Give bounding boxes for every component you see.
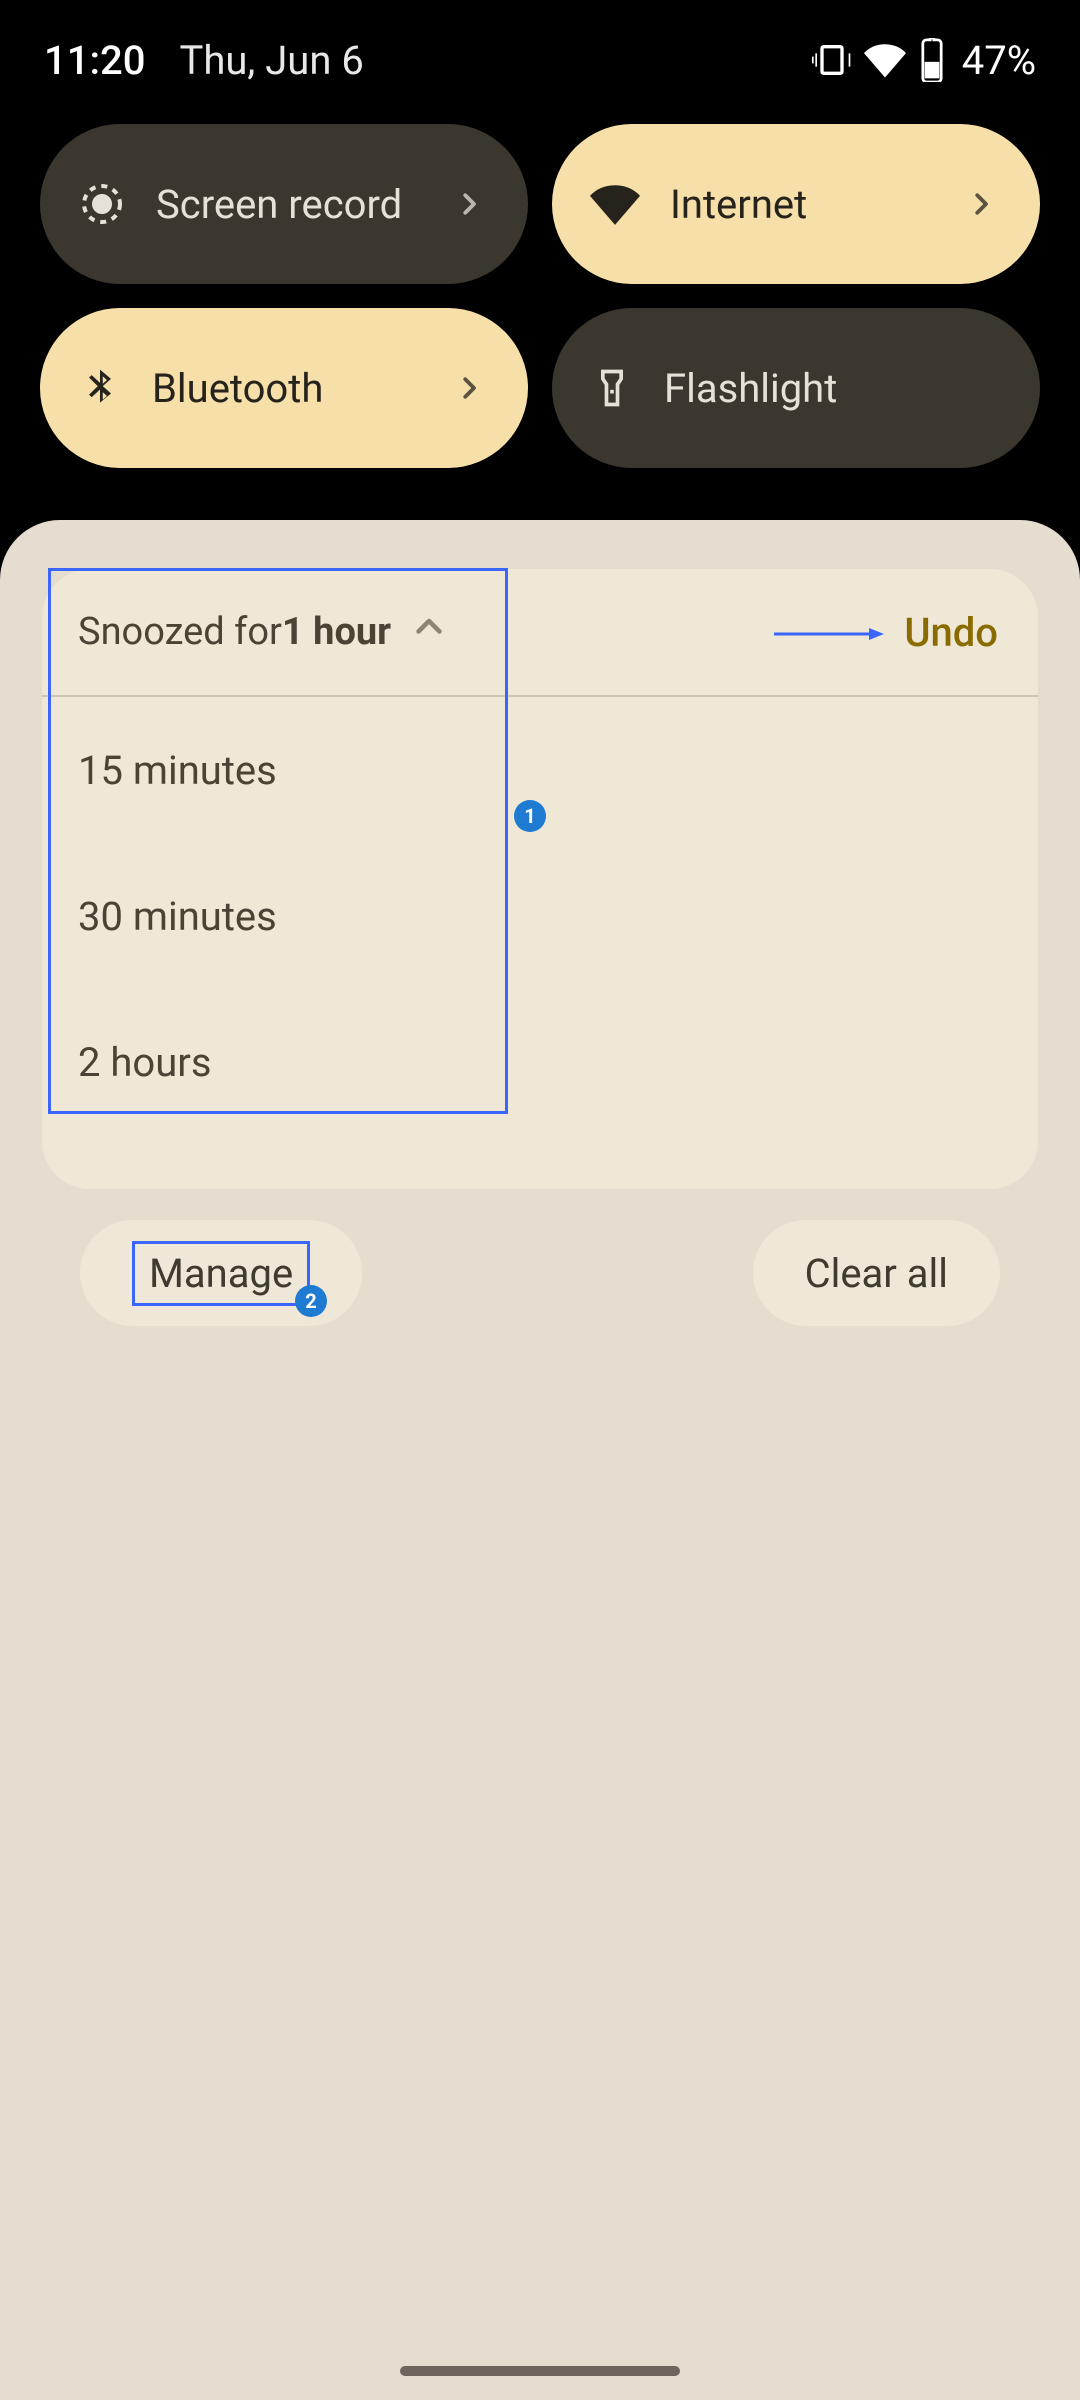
tutorial-badge-2: 2 bbox=[295, 1285, 327, 1317]
snoozed-notification-card[interactable]: Snoozed for 1 hour Undo 15 minutes 30 mi… bbox=[42, 569, 1038, 1189]
snooze-option-30m[interactable]: 30 minutes bbox=[42, 843, 1038, 989]
chevron-up-icon[interactable] bbox=[411, 609, 447, 655]
nav-handle[interactable] bbox=[400, 2366, 680, 2376]
status-icons: 47% bbox=[812, 37, 1036, 84]
tile-screen-record[interactable]: Screen record bbox=[40, 124, 528, 284]
status-date: Thu, Jun 6 bbox=[179, 37, 363, 84]
clear-all-button[interactable]: Clear all bbox=[753, 1220, 1000, 1326]
status-time: 11:20 bbox=[44, 37, 145, 84]
tile-label: Flashlight bbox=[664, 365, 996, 412]
undo-arrow-icon bbox=[774, 610, 884, 654]
tile-label: Internet bbox=[670, 181, 936, 228]
undo-button[interactable]: Undo bbox=[904, 609, 998, 656]
tile-internet[interactable]: Internet bbox=[552, 124, 1040, 284]
tile-flashlight[interactable]: Flashlight bbox=[552, 308, 1040, 468]
notification-shade: Snoozed for 1 hour Undo 15 minutes 30 mi… bbox=[0, 520, 1080, 2400]
status-bar: 11:20 Thu, Jun 6 47% bbox=[0, 0, 1080, 120]
manage-label: Manage bbox=[132, 1241, 310, 1306]
tile-bluetooth[interactable]: Bluetooth bbox=[40, 308, 528, 468]
tile-label: Screen record bbox=[156, 181, 424, 228]
tile-label: Bluetooth bbox=[152, 365, 424, 412]
snoozed-for-label: Snoozed for bbox=[78, 610, 282, 654]
battery-percent: 47% bbox=[962, 37, 1036, 84]
tutorial-badge-1: 1 bbox=[514, 800, 546, 832]
wifi-icon bbox=[864, 39, 906, 81]
quick-settings: Screen record Internet Bluetooth Flashli… bbox=[0, 120, 1080, 528]
wifi-icon bbox=[590, 179, 640, 229]
flashlight-icon bbox=[590, 366, 634, 410]
chevron-right-icon bbox=[454, 189, 484, 219]
screen-record-icon bbox=[78, 180, 126, 228]
chevron-right-icon bbox=[454, 373, 484, 403]
vibrate-icon bbox=[812, 40, 852, 80]
battery-icon bbox=[918, 38, 946, 82]
snooze-duration: 1 hour bbox=[282, 610, 391, 654]
snooze-option-2h[interactable]: 2 hours bbox=[42, 989, 1038, 1135]
bluetooth-icon bbox=[78, 366, 122, 410]
snooze-header[interactable]: Snoozed for 1 hour Undo bbox=[42, 569, 1038, 697]
chevron-right-icon bbox=[966, 189, 996, 219]
